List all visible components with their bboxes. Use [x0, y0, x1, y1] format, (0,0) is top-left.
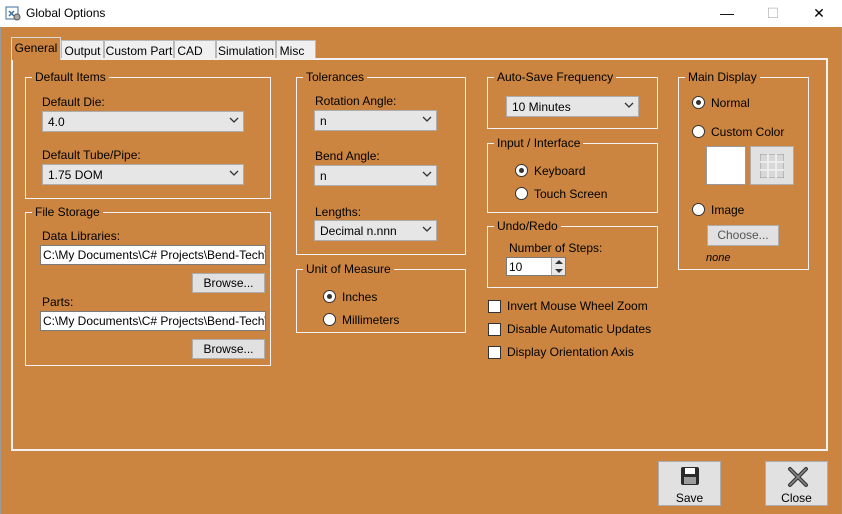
minimize-icon: — [720, 5, 734, 21]
image-path-label: none [706, 252, 731, 264]
unit-of-measure-title: Unit of Measure [303, 262, 394, 276]
window-title: Global Options [26, 6, 106, 20]
tolerances-title: Tolerances [303, 70, 368, 84]
bend-angle-label: Bend Angle: [315, 149, 380, 163]
close-window-button[interactable]: ✕ [796, 0, 842, 27]
chevron-down-icon [422, 116, 432, 122]
choose-image-button[interactable]: Choose... [707, 225, 779, 246]
close-button[interactable]: Close [765, 461, 828, 506]
default-tube-select[interactable]: 1.75 DOM [42, 164, 244, 185]
default-die-select[interactable]: 4.0 [42, 111, 244, 132]
keyboard-label: Keyboard [534, 164, 586, 178]
default-items-title: Default Items [32, 70, 109, 84]
save-button[interactable]: Save [658, 461, 721, 506]
app-icon [5, 6, 21, 21]
chevron-down-icon [422, 226, 432, 232]
inches-radio[interactable] [323, 290, 336, 303]
color-picker-button[interactable] [750, 146, 794, 185]
title-bar: Global Options — ☐ ✕ [0, 0, 842, 27]
parts-label: Parts: [42, 295, 74, 309]
tab-output[interactable]: Output [61, 40, 104, 59]
arrow-down-icon[interactable] [555, 268, 563, 274]
normal-radio[interactable] [692, 96, 705, 109]
undo-redo-title: Undo/Redo [494, 219, 561, 233]
auto-save-title: Auto-Save Frequency [494, 70, 617, 84]
display-orientation-label: Display Orientation Axis [507, 345, 634, 359]
rotation-angle-select[interactable]: n [314, 110, 437, 131]
keyboard-radio[interactable] [515, 164, 528, 177]
disable-updates-label: Disable Automatic Updates [507, 322, 652, 336]
lengths-select[interactable]: Decimal n.nnn [314, 220, 437, 241]
main-display-title: Main Display [685, 70, 760, 84]
tab-cad[interactable]: CAD [174, 40, 216, 59]
steps-spinner[interactable] [551, 258, 565, 275]
display-orientation-checkbox[interactable] [488, 346, 501, 359]
default-die-label: Default Die: [42, 95, 105, 109]
input-interface-title: Input / Interface [494, 136, 584, 150]
parts-input[interactable]: C:\My Documents\C# Projects\Bend-Tech\Be [40, 311, 266, 331]
image-radio[interactable] [692, 203, 705, 216]
tab-general[interactable]: General [11, 37, 61, 60]
save-label: Save [675, 491, 704, 505]
data-libraries-label: Data Libraries: [42, 229, 121, 243]
arrow-up-icon[interactable] [555, 259, 563, 265]
touch-screen-radio[interactable] [515, 187, 528, 200]
touch-screen-label: Touch Screen [534, 187, 608, 201]
close-icon: ✕ [813, 5, 825, 21]
bend-angle-select[interactable]: n [314, 165, 437, 186]
grid-icon [760, 154, 784, 178]
normal-label: Normal [711, 96, 750, 110]
browse-data-button[interactable]: Browse... [192, 273, 265, 293]
chevron-down-icon [229, 170, 239, 176]
chevron-down-icon [422, 171, 432, 177]
save-icon [681, 467, 699, 485]
maximize-button[interactable]: ☐ [750, 0, 796, 27]
chevron-down-icon [624, 102, 634, 108]
rotation-angle-label: Rotation Angle: [315, 94, 397, 108]
default-tube-label: Default Tube/Pipe: [42, 148, 141, 162]
lengths-label: Lengths: [315, 205, 362, 219]
input-interface-group: Input / Interface [487, 136, 658, 213]
data-libraries-input[interactable]: C:\My Documents\C# Projects\Bend-Tech\Be [40, 245, 266, 265]
file-storage-title: File Storage [32, 205, 103, 219]
tab-misc[interactable]: Misc [276, 40, 316, 59]
auto-save-select[interactable]: 10 Minutes [506, 96, 639, 117]
inches-label: Inches [342, 290, 378, 304]
millimeters-label: Millimeters [342, 313, 400, 327]
disable-updates-checkbox[interactable] [488, 323, 501, 336]
tab-custom-part[interactable]: Custom Part [104, 40, 174, 59]
millimeters-radio[interactable] [323, 313, 336, 326]
tab-simulation[interactable]: Simulation [216, 40, 276, 59]
close-x-icon [788, 467, 808, 487]
chevron-down-icon [229, 117, 239, 123]
image-label: Image [711, 203, 745, 217]
maximize-icon: ☐ [766, 5, 780, 21]
custom-color-radio[interactable] [692, 125, 705, 138]
invert-mouse-wheel-checkbox[interactable] [488, 300, 501, 313]
browse-parts-button[interactable]: Browse... [192, 339, 265, 359]
invert-mouse-wheel-label: Invert Mouse Wheel Zoom [507, 299, 648, 313]
number-of-steps-label: Number of Steps: [509, 241, 603, 255]
custom-color-label: Custom Color [711, 125, 785, 139]
close-label: Close [781, 491, 812, 505]
minimize-button[interactable]: — [704, 0, 750, 27]
color-swatch[interactable] [706, 146, 746, 185]
